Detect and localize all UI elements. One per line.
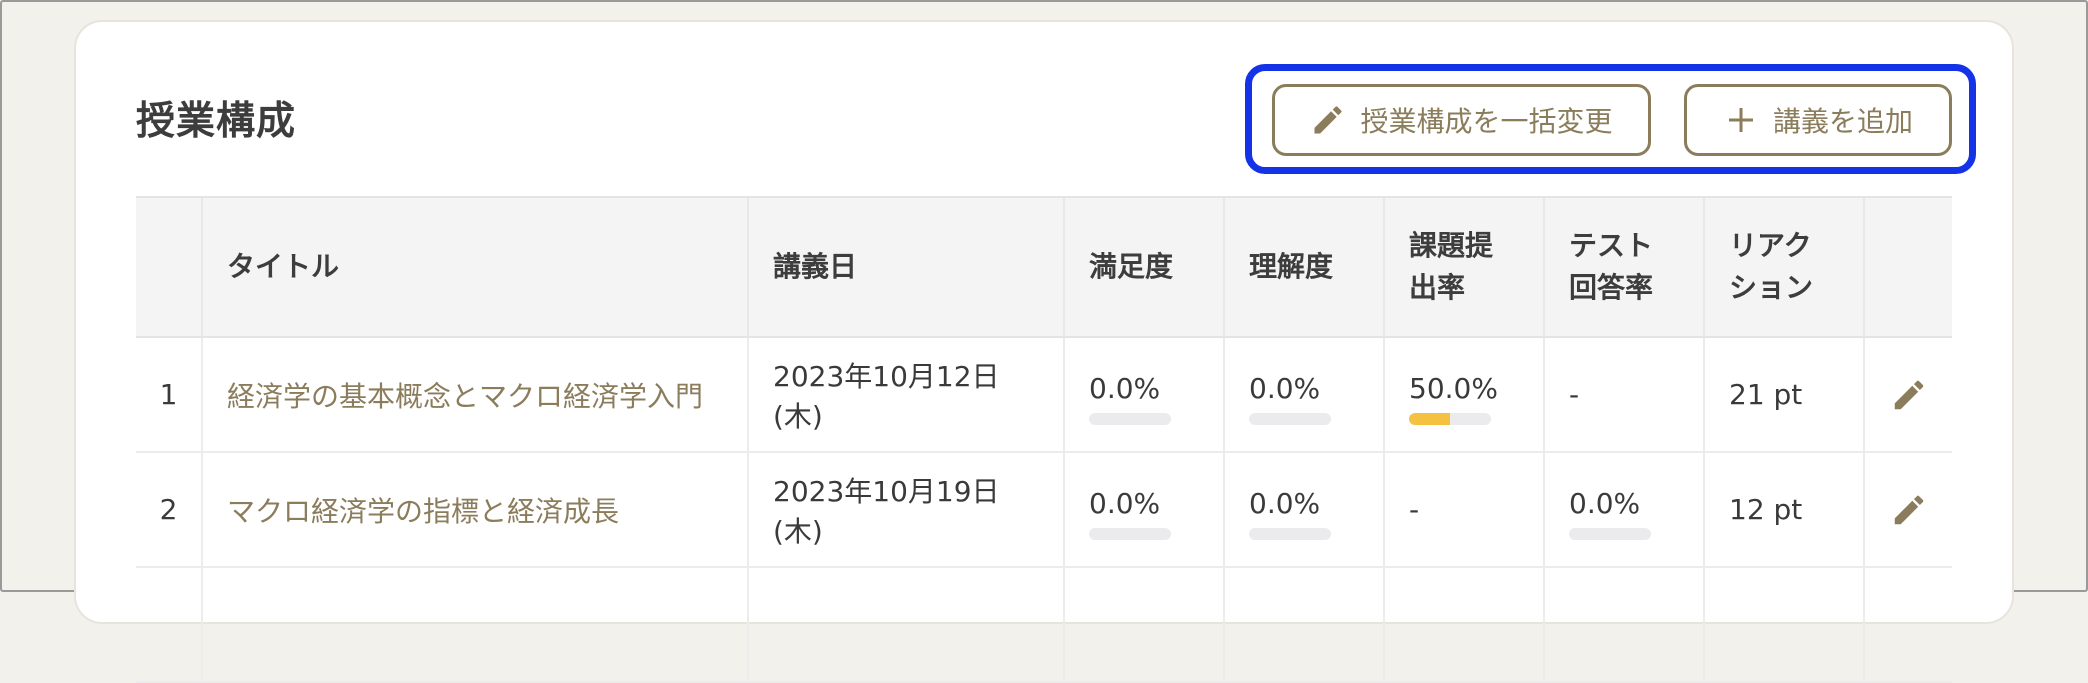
reaction-cell: 21 pt: [1703, 337, 1864, 453]
lecture-title-link[interactable]: [201, 567, 748, 683]
pencil-icon: [1314, 106, 1342, 134]
understanding-bar: [1249, 413, 1331, 425]
lecture-date: [747, 567, 1064, 683]
header-reaction-line1: リアク: [1729, 229, 1812, 262]
pencil-icon[interactable]: [1890, 376, 1928, 414]
table-row: [136, 567, 1952, 683]
header-submission-line2: 出率: [1409, 271, 1466, 304]
header-title[interactable]: タイトル: [201, 196, 748, 338]
reaction-cell: 12 pt: [1703, 452, 1864, 568]
test-cell: [1543, 567, 1704, 683]
add-lecture-label: 講義を追加: [1772, 106, 1913, 137]
header-index: [136, 196, 202, 338]
row-index: 1: [136, 337, 202, 453]
bulk-edit-label: 授業構成を一括変更: [1360, 106, 1613, 137]
bulk-edit-button[interactable]: 授業構成を一括変更: [1272, 84, 1651, 156]
table-row: 2 マクロ経済学の指標と経済成長 2023年10月19日(木) 0.0% 0.0…: [136, 452, 1952, 568]
header-reaction-line2: ション: [1729, 271, 1814, 304]
satisfaction-cell: 0.0%: [1063, 337, 1224, 453]
satisfaction-bar: [1089, 528, 1171, 540]
row-edit-cell: [1863, 337, 1952, 453]
lecture-date: 2023年10月19日(木): [747, 452, 1064, 568]
submission-value: 50.0%: [1409, 372, 1498, 405]
submission-cell: [1383, 567, 1544, 683]
test-bar: [1569, 528, 1651, 540]
header-date[interactable]: 講義日: [747, 196, 1064, 338]
understanding-cell: 0.0%: [1223, 337, 1384, 453]
satisfaction-value: 0.0%: [1089, 487, 1161, 520]
row-edit-cell: [1863, 567, 1952, 683]
understanding-cell: [1223, 567, 1384, 683]
satisfaction-bar: [1089, 413, 1171, 425]
header-understanding[interactable]: 理解度: [1223, 196, 1384, 338]
header-test-line2: 回答率: [1569, 271, 1654, 304]
table-header-row: タイトル 講義日 満足度 理解度 課題提 出率 テスト 回答率 リアク ション: [136, 196, 1952, 338]
add-lecture-button[interactable]: 講義を追加: [1684, 84, 1952, 156]
test-cell: 0.0%: [1543, 452, 1704, 568]
lecture-title-link[interactable]: マクロ経済学の指標と経済成長: [201, 452, 748, 568]
pencil-icon[interactable]: [1890, 491, 1928, 529]
table-row: 1 経済学の基本概念とマクロ経済学入門 2023年10月12日(木) 0.0% …: [136, 337, 1952, 453]
header-submission-rate[interactable]: 課題提 出率: [1383, 196, 1544, 338]
header-satisfaction[interactable]: 満足度: [1063, 196, 1224, 338]
header-test-line1: テスト: [1569, 229, 1654, 262]
satisfaction-cell: 0.0%: [1063, 452, 1224, 568]
lecture-title-link[interactable]: 経済学の基本概念とマクロ経済学入門: [201, 337, 748, 453]
satisfaction-cell: [1063, 567, 1224, 683]
plus-icon: [1728, 108, 1753, 132]
understanding-cell: 0.0%: [1223, 452, 1384, 568]
row-index: [136, 567, 202, 683]
submission-cell: 50.0%: [1383, 337, 1544, 453]
understanding-value: 0.0%: [1249, 372, 1321, 405]
submission-cell: -: [1383, 452, 1544, 568]
lecture-table: タイトル 講義日 満足度 理解度 課題提 出率 テスト 回答率 リアク ション …: [136, 196, 1952, 683]
row-index: 2: [136, 452, 202, 568]
test-value: 0.0%: [1569, 487, 1641, 520]
header-submission-line1: 課題提: [1409, 229, 1494, 262]
understanding-bar: [1249, 528, 1331, 540]
header-reaction[interactable]: リアク ション: [1703, 196, 1864, 338]
header-actions: [1863, 196, 1952, 338]
test-cell: -: [1543, 337, 1704, 453]
header-test-rate[interactable]: テスト 回答率: [1543, 196, 1704, 338]
submission-bar-fill: [1409, 413, 1450, 425]
understanding-value: 0.0%: [1249, 487, 1321, 520]
reaction-cell: [1703, 567, 1864, 683]
submission-bar: [1409, 413, 1491, 425]
row-edit-cell: [1863, 452, 1952, 568]
page-title: 授業構成: [136, 99, 297, 144]
lecture-date: 2023年10月12日(木): [747, 337, 1064, 453]
satisfaction-value: 0.0%: [1089, 372, 1161, 405]
